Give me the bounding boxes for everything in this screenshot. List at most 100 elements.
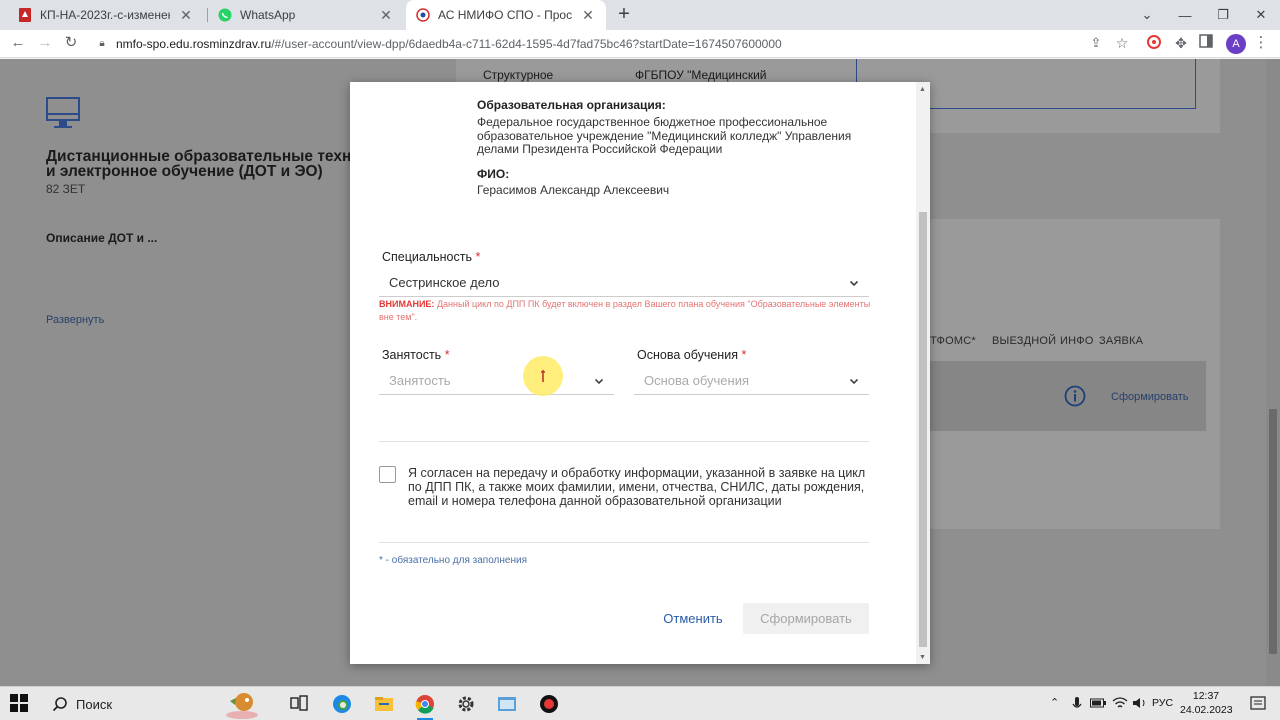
cancel-button[interactable]: Отменить xyxy=(655,605,731,632)
basis-placeholder: Основа обучения xyxy=(644,373,749,388)
taskbar-clock[interactable]: 12:37 24.02.2023 xyxy=(1180,689,1233,717)
consent-text: Я согласен на передачу и обработку инфор… xyxy=(408,466,866,508)
settings-gear-icon[interactable] xyxy=(456,694,476,714)
close-window-button[interactable]: ✕ xyxy=(1242,0,1280,30)
wifi-icon[interactable] xyxy=(1112,696,1128,710)
background-form-link[interactable]: Сформировать xyxy=(1111,391,1189,403)
extension-icon[interactable] xyxy=(1146,34,1164,52)
specialty-select[interactable]: Сестринское дело xyxy=(379,269,869,297)
required-note: * - обязательно для заполнения xyxy=(379,555,528,566)
profile-avatar[interactable]: A xyxy=(1226,34,1246,54)
battery-icon[interactable] xyxy=(1090,697,1106,709)
basis-label: Основа обучения * xyxy=(637,348,747,362)
tab-tfoms[interactable]: ТФОМС* xyxy=(930,335,976,347)
pdf-icon xyxy=(18,8,32,22)
clock-date: 24.02.2023 xyxy=(1180,704,1233,716)
course-description: Описание ДОТ и ... xyxy=(46,231,158,245)
sidebar-icon[interactable] xyxy=(1199,34,1217,52)
divider xyxy=(379,441,869,442)
tab-vyezdnoy[interactable]: ВЫЕЗДНОЙ xyxy=(992,335,1056,347)
fio-value: Герасимов Александр Алексеевич xyxy=(477,183,670,197)
tab-info[interactable]: ИНФО xyxy=(1060,335,1094,347)
share-icon[interactable]: ⇪ xyxy=(1087,34,1105,52)
address-bar[interactable]: nmfo-spo.edu.rosminzdrav.ru/#/user-accou… xyxy=(116,32,1166,56)
microphone-icon[interactable] xyxy=(1071,696,1083,712)
org-line-2: образовательное учреждение "Медицинский … xyxy=(477,128,852,143)
modal-scrollbar-thumb[interactable] xyxy=(919,212,927,647)
monitor-icon xyxy=(46,96,80,130)
org-line-1: Федеральное государственное бюджетное пр… xyxy=(477,115,828,129)
chrome-icon[interactable] xyxy=(415,694,435,720)
app-window-icon[interactable] xyxy=(497,694,517,714)
record-icon[interactable] xyxy=(539,694,559,714)
program-card xyxy=(930,219,1220,529)
chevron-up-icon[interactable]: ⌃ xyxy=(1050,696,1064,710)
maximize-button[interactable]: ❐ xyxy=(1204,0,1242,30)
tab-title: АС НМИФО СПО - Просмотр Д xyxy=(438,8,572,22)
tab-whatsapp[interactable]: WhatsApp ✕ xyxy=(208,0,404,30)
clock-time: 12:37 xyxy=(1192,690,1220,702)
scroll-down-arrow-icon[interactable]: ▼ xyxy=(919,654,926,661)
windows-start-icon[interactable] xyxy=(10,694,30,714)
reload-button[interactable]: ↻ xyxy=(62,34,80,52)
tab-title: КП-НА-2023г.-с-изменениями-с xyxy=(40,8,170,22)
forward-button[interactable]: → xyxy=(36,34,54,52)
employment-placeholder: Занятость xyxy=(389,373,451,388)
page-scrollbar[interactable] xyxy=(1266,59,1280,686)
lock-icon[interactable]: 🔒︎ xyxy=(96,35,108,53)
employment-select[interactable]: Занятость xyxy=(379,367,614,395)
course-zet: 82 ЗЕТ xyxy=(46,182,86,196)
expand-link[interactable]: Развернуть xyxy=(46,314,104,326)
close-tab-icon[interactable]: ✕ xyxy=(178,7,194,24)
file-explorer-icon[interactable] xyxy=(374,694,394,714)
specialty-label: Специальность * xyxy=(382,250,481,264)
page-scrollbar-thumb[interactable] xyxy=(1269,409,1277,654)
notifications-icon[interactable] xyxy=(1250,696,1266,710)
tab-pdf[interactable]: КП-НА-2023г.-с-изменениями-с ✕ xyxy=(8,0,204,30)
scroll-up-arrow-icon[interactable]: ▲ xyxy=(919,86,926,93)
basis-select[interactable]: Основа обучения xyxy=(634,367,869,395)
structure-value: ФГБПОУ "Медицинский xyxy=(635,68,767,82)
url-path: /#/user-account/view-dpp/6daedb4a-c711-6… xyxy=(271,37,782,51)
required-mark: * xyxy=(475,250,481,264)
star-icon[interactable]: ☆ xyxy=(1113,34,1131,52)
nmifo-icon xyxy=(416,8,430,22)
whatsapp-icon xyxy=(218,8,232,22)
tab-zayavka[interactable]: ЗАЯВКА xyxy=(1099,335,1143,347)
tab-title: WhatsApp xyxy=(240,8,296,22)
chevron-down-icon xyxy=(849,278,859,288)
back-button[interactable]: ← xyxy=(9,34,27,52)
search-label: Поиск xyxy=(76,696,113,712)
puzzle-icon[interactable]: ✥ xyxy=(1172,34,1190,52)
chevron-down-icon xyxy=(849,376,859,386)
divider xyxy=(379,542,869,543)
new-tab-button[interactable]: + xyxy=(614,4,634,24)
search-icon xyxy=(52,696,68,712)
close-tab-icon[interactable]: ✕ xyxy=(580,7,596,24)
required-mark: * xyxy=(444,348,450,362)
tab-nmifo[interactable]: АС НМИФО СПО - Просмотр Д ✕ xyxy=(406,0,606,30)
chevron-down-icon xyxy=(594,376,604,386)
org-label: Образовательная организация: xyxy=(477,98,666,112)
volume-icon[interactable] xyxy=(1132,696,1148,710)
org-line-3: делами Президента Российской Федерации xyxy=(477,142,723,156)
url-host: nmfo-spo.edu.rosminzdrav.ru xyxy=(116,37,272,51)
minimize-button[interactable]: — xyxy=(1166,0,1204,30)
chevron-down-icon[interactable]: ⌄ xyxy=(1128,0,1166,30)
info-icon[interactable] xyxy=(1064,385,1086,407)
fio-label: ФИО: xyxy=(477,167,510,181)
modal-scrollbar[interactable]: ▲ ▼ xyxy=(916,82,930,664)
edge-icon[interactable] xyxy=(332,694,352,714)
warning-text: Данный цикл по ДПП ПК будет включен в ра… xyxy=(379,299,871,322)
employment-label: Занятость * xyxy=(382,348,450,362)
menu-icon[interactable]: ⋮ xyxy=(1252,34,1270,52)
task-view-icon[interactable] xyxy=(290,694,310,714)
tab-strip: КП-НА-2023г.-с-изменениями-с ✕ WhatsApp … xyxy=(0,0,1280,30)
course-title-line-2: и электронное обучение (ДОТ и ЭО) xyxy=(46,163,323,180)
close-tab-icon[interactable]: ✕ xyxy=(378,7,394,24)
structure-label: Структурное xyxy=(483,68,554,82)
consent-checkbox[interactable] xyxy=(379,466,396,483)
language-indicator[interactable]: РУС xyxy=(1152,697,1173,709)
submit-button[interactable]: Сформировать xyxy=(743,603,869,634)
search-highlight-icon xyxy=(224,689,260,719)
